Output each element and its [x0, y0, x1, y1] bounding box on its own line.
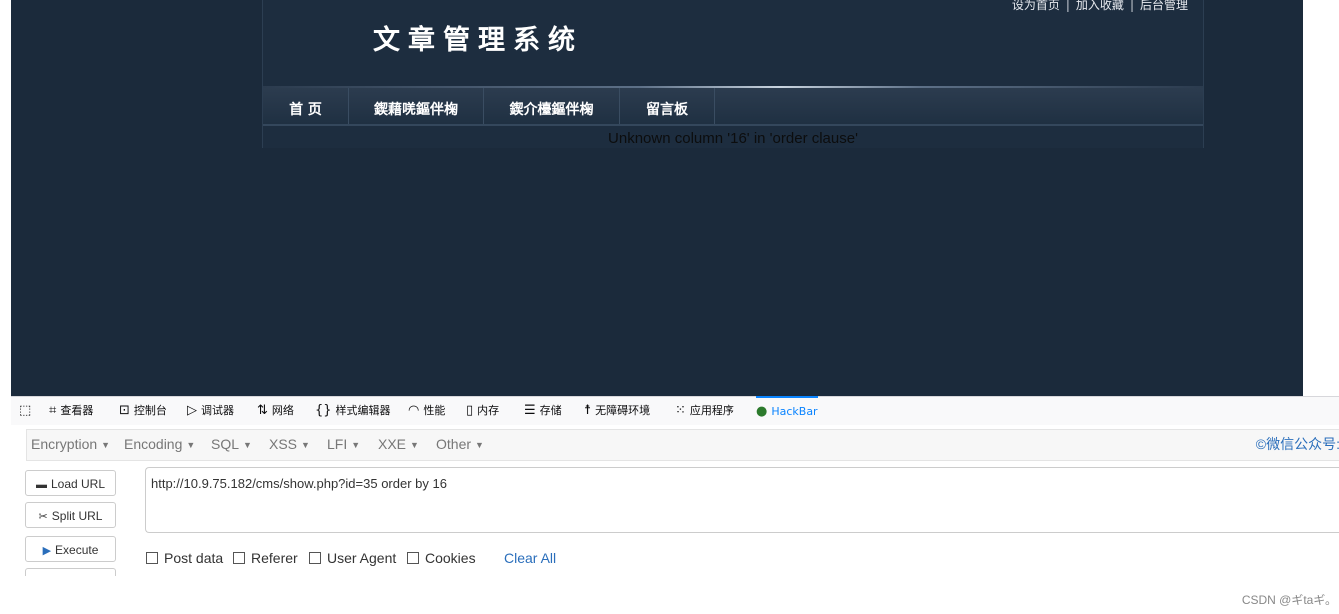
- split-url-button[interactable]: ✂ Split URL: [25, 502, 116, 528]
- site-nav: 首 页 鍥藉唴鏂伴椈 鍥介檯鏂伴椈 留言板: [263, 88, 1203, 126]
- caret-down-icon: ▼: [410, 440, 419, 450]
- menu-xxe[interactable]: XXE ▼: [378, 430, 419, 460]
- tab-inspector[interactable]: ⌗ 查看器: [49, 397, 93, 425]
- execute-button[interactable]: ▶ Execute: [25, 536, 116, 562]
- scissors-icon: ✂: [38, 511, 48, 523]
- menu-lfi[interactable]: LFI ▼: [327, 430, 360, 460]
- tab-memory[interactable]: ▯ 内存: [466, 397, 499, 425]
- link-add-favorite[interactable]: 加入收藏: [1076, 0, 1124, 12]
- tab-storage[interactable]: ☰ 存储: [524, 397, 562, 425]
- caret-down-icon: ▼: [101, 440, 111, 450]
- pick-element-icon: ⬚: [19, 403, 32, 418]
- nav-item-guestbook[interactable]: 留言板: [620, 88, 715, 124]
- menu-encoding[interactable]: Encoding ▼: [124, 430, 195, 460]
- option-referer[interactable]: Referer: [233, 550, 298, 566]
- url-input[interactable]: http://10.9.75.182/cms/show.php?id=35 or…: [145, 467, 1339, 533]
- site-container: 文章管理系统 设为首页 | 加入收藏 | 后台管理 首 页 鍥藉唴鏂伴椈 鍥介檯鏂伴椈 …: [262, 0, 1204, 148]
- checkbox[interactable]: [407, 552, 419, 564]
- tab-console[interactable]: ⊡ 控制台: [119, 397, 167, 425]
- debugger-icon: ▷: [187, 403, 197, 418]
- network-icon: ⇅: [257, 403, 268, 418]
- menu-xss[interactable]: XSS ▼: [269, 430, 310, 460]
- website-viewport: 文章管理系统 设为首页 | 加入收藏 | 后台管理 首 页 鍥藉唴鏂伴椈 鍥介檯鏂伴椈 …: [11, 0, 1303, 396]
- site-title: 文章管理系统: [373, 25, 583, 56]
- link-set-homepage[interactable]: 设为首页: [1012, 0, 1060, 12]
- load-icon: ▬: [35, 479, 47, 491]
- menu-encryption[interactable]: Encryption ▼: [31, 430, 110, 460]
- load-url-button[interactable]: ▬ Load URL: [25, 470, 116, 496]
- option-user-agent[interactable]: User Agent: [309, 550, 396, 566]
- hackbar-menu: Encryption ▼ Encoding ▼ SQL ▼ XSS ▼ LFI ▼ XXE…: [26, 429, 1339, 461]
- memory-icon: ▯: [466, 403, 474, 418]
- tab-application[interactable]: ⁙ 应用程序: [675, 397, 734, 425]
- storage-icon: ☰: [524, 403, 536, 418]
- link-admin[interactable]: 后台管理: [1140, 0, 1188, 12]
- hackbar-icon: ●: [756, 404, 768, 419]
- option-post-data[interactable]: Post data: [146, 550, 223, 566]
- menu-sql[interactable]: SQL ▼: [211, 430, 252, 460]
- wechat-link[interactable]: ©微信公众号:: [1256, 430, 1339, 459]
- tab-accessibility[interactable]: ☨ 无障碍环境: [584, 397, 650, 425]
- checkbox[interactable]: [233, 552, 245, 564]
- checkbox[interactable]: [146, 552, 158, 564]
- accessibility-icon: ☨: [584, 403, 592, 418]
- nav-item-intl-news[interactable]: 鍥介檯鏂伴椈: [484, 88, 620, 124]
- watermark: CSDN @ギtaギ。: [1241, 593, 1337, 607]
- performance-icon: ◠: [408, 403, 420, 418]
- caret-down-icon: ▼: [475, 440, 484, 450]
- application-icon: ⁙: [675, 403, 686, 418]
- tab-performance[interactable]: ◠ 性能: [408, 397, 445, 425]
- caret-down-icon: ▼: [243, 440, 252, 450]
- tab-hackbar[interactable]: ● HackBar: [756, 396, 818, 426]
- nav-item-domestic-news[interactable]: 鍥藉唴鏂伴椈: [349, 88, 484, 124]
- tab-debugger[interactable]: ▷ 调试器: [187, 397, 234, 425]
- top-links: 设为首页 | 加入收藏 | 后台管理: [1011, 0, 1188, 12]
- checkbox[interactable]: [309, 552, 321, 564]
- console-icon: ⊡: [119, 403, 130, 418]
- devtools-tabbar: ⬚ ⌗ 查看器 ⊡ 控制台 ▷ 调试器 ⇅ 网络 {} 样式编辑器 ◠ 性能 ▯ 内存 ☰ 存储…: [11, 396, 1339, 425]
- style-editor-icon: {}: [315, 403, 332, 418]
- caret-down-icon: ▼: [186, 440, 196, 450]
- hackbar-extra-button[interactable]: [25, 568, 116, 576]
- caret-down-icon: ▼: [301, 440, 310, 450]
- nav-item-home[interactable]: 首 页: [263, 88, 349, 124]
- tab-network[interactable]: ⇅ 网络: [257, 397, 294, 425]
- caret-down-icon: ▼: [351, 440, 361, 450]
- inspector-icon: ⌗: [49, 403, 57, 418]
- clear-all-link[interactable]: Clear All: [504, 550, 556, 566]
- sql-error-message: Unknown column '16' in 'order clause': [608, 130, 858, 147]
- menu-other[interactable]: Other ▼: [436, 430, 484, 460]
- tab-style-editor[interactable]: {} 样式编辑器: [315, 397, 391, 425]
- option-cookies[interactable]: Cookies: [407, 550, 476, 566]
- pick-element-button[interactable]: ⬚: [19, 397, 35, 425]
- play-icon: ▶: [42, 545, 52, 557]
